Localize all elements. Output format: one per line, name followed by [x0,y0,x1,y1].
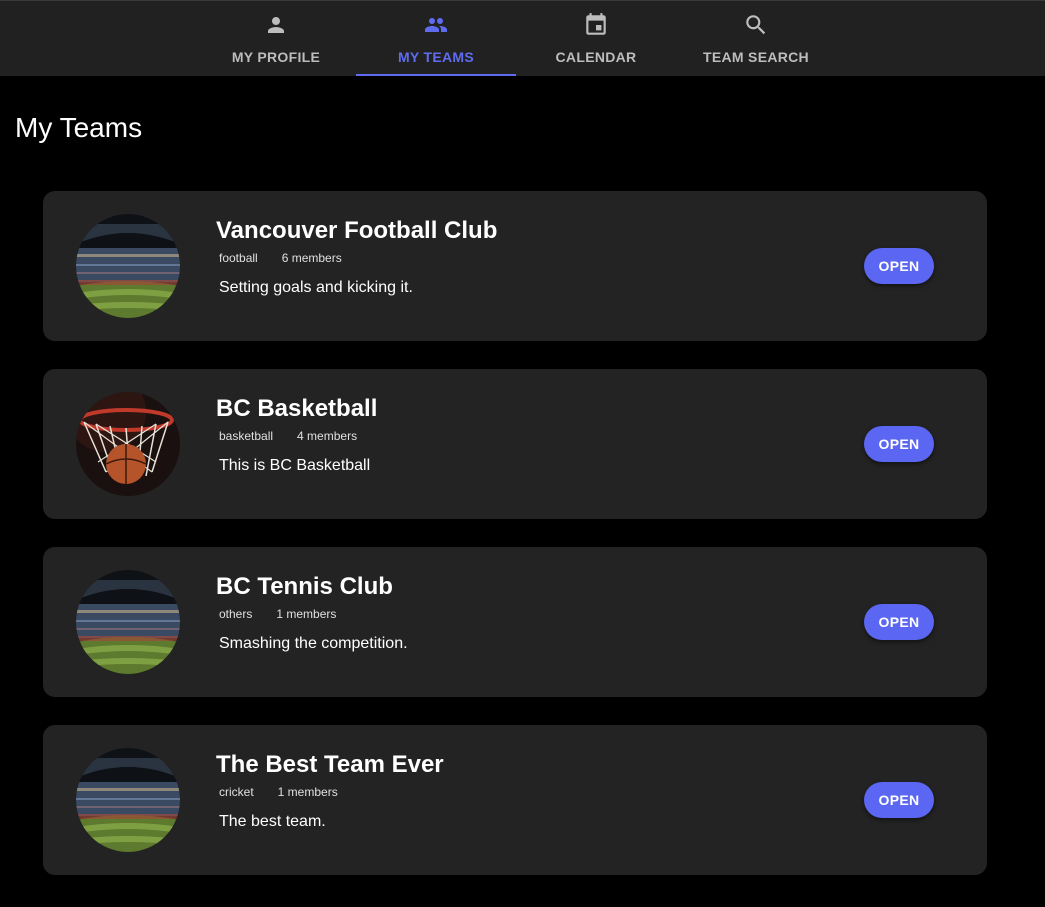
team-description: Setting goals and kicking it. [219,279,413,296]
calendar-icon [582,11,610,39]
team-avatar-stadium-image [76,214,180,318]
tab-calendar[interactable]: CALENDAR [516,1,676,76]
tab-team-search[interactable]: TEAM SEARCH [676,1,836,76]
team-name: Vancouver Football Club [216,217,498,244]
team-description: Smashing the competition. [219,635,408,652]
team-sport: others [219,607,253,621]
team-member-count: 6 members [281,251,342,265]
team-sport: basketball [219,429,274,443]
team-member-count: 4 members [297,429,358,443]
team-name: BC Basketball [216,395,378,422]
team-meta: cricket 1 members [219,785,338,799]
group-icon [422,11,450,39]
tab-label: CALENDAR [555,49,637,65]
tab-my-profile[interactable]: MY PROFILE [196,1,356,76]
top-navigation-bar: MY PROFILE MY TEAMS CALENDAR TEAM SEARCH [0,0,1045,76]
team-name: BC Tennis Club [216,573,393,600]
open-team-button[interactable]: OPEN [864,248,934,284]
team-description: This is BC Basketball [219,457,371,474]
team-avatar-stadium-image [76,748,180,852]
team-card: Vancouver Football Club football 6 member… [43,191,987,341]
team-avatar-stadium-image [76,570,180,674]
open-team-button[interactable]: OPEN [864,604,934,640]
team-card: BC Tennis Club others 1 members Smashing … [43,547,987,697]
tab-my-teams[interactable]: MY TEAMS [356,1,516,76]
search-icon [742,11,770,39]
team-meta: football 6 members [219,251,342,265]
team-meta: basketball 4 members [219,429,357,443]
team-sport: football [219,251,258,265]
open-team-button[interactable]: OPEN [864,426,934,462]
tab-label: TEAM SEARCH [703,49,809,65]
tab-label: MY TEAMS [397,49,475,65]
page-title: My Teams [15,112,143,143]
team-list: Vancouver Football Club football 6 member… [43,191,987,903]
person-icon [262,11,290,39]
team-description: The best team. [219,813,326,830]
team-card: The Best Team Ever cricket 1 members The … [43,725,987,875]
team-member-count: 1 members [277,785,338,799]
team-name: The Best Team Ever [216,751,444,778]
tab-label: MY PROFILE [231,49,321,65]
team-avatar-basketball-hoop-image [76,392,180,496]
team-sport: cricket [219,785,254,799]
team-card: BC Basketball basketball 4 members This i… [43,369,987,519]
team-meta: others 1 members [219,607,336,621]
team-member-count: 1 members [276,607,337,621]
open-team-button[interactable]: OPEN [864,782,934,818]
